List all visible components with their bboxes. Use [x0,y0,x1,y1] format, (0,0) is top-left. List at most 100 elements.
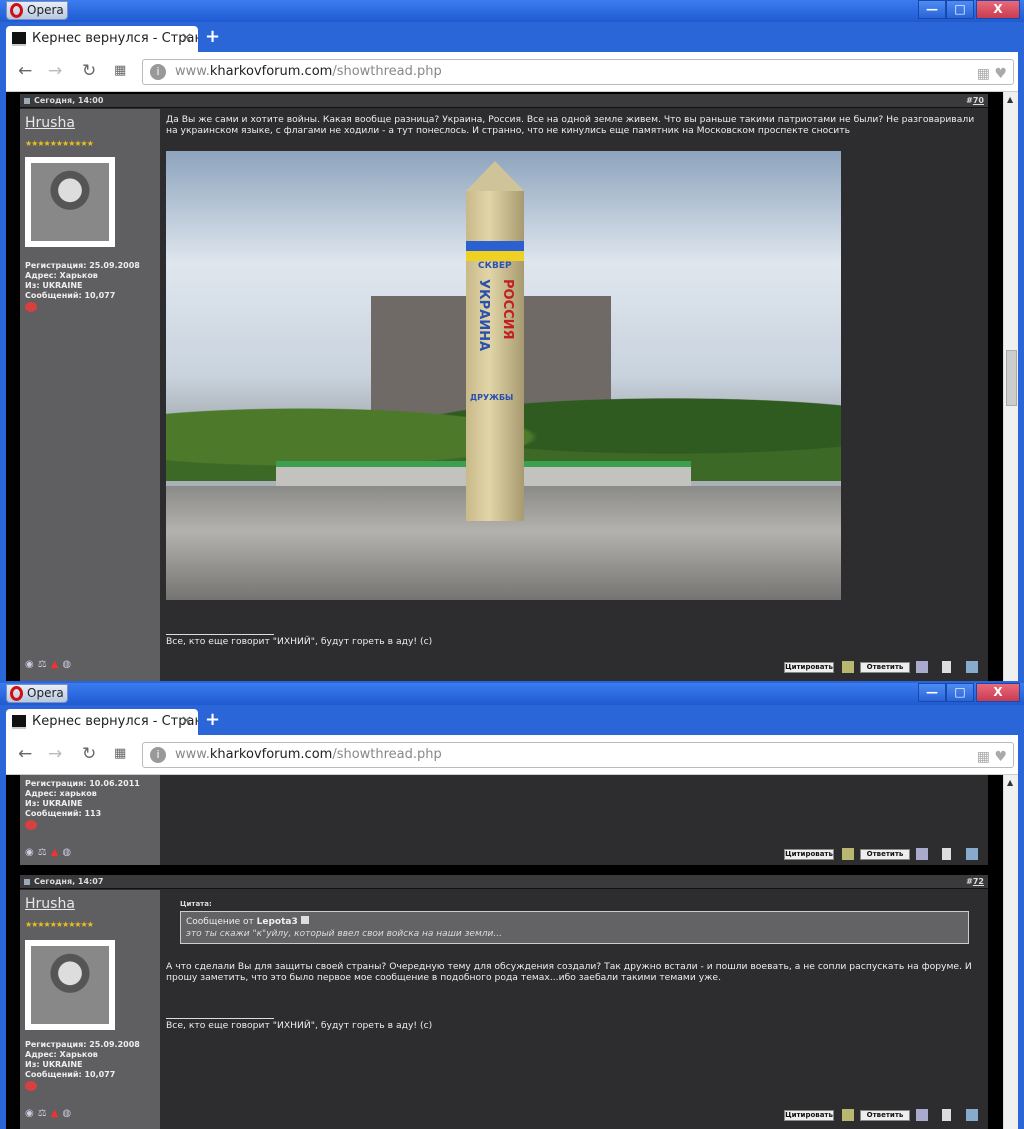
quote-button[interactable]: Цитировать [784,1110,834,1121]
close-tab-icon[interactable]: ✕ [181,26,192,52]
reply-button[interactable]: Ответить [860,1110,910,1121]
post-date: Сегодня, 14:07 [34,877,104,886]
rating-stars: ★★★★★★★★★★★ [25,139,94,148]
pm-icon[interactable] [916,661,928,673]
bookmark-heart-icon[interactable]: ▦ ♥ [977,745,1007,769]
bookmark-heart-icon[interactable]: ▦ ♥ [977,62,1007,86]
rating-stars: ★★★★★★★★★★★ [25,920,94,929]
user-column: Регистрация: 10.06.2011 Адрес: харьков Из:… [20,775,160,865]
reputation-icon[interactable] [25,1081,37,1091]
minimize-button[interactable]: — [918,0,946,19]
tab-title: Кернес вернулся - Страница [32,31,198,46]
opera-menu-button[interactable]: Opera [6,684,68,703]
app-name: Opera [27,686,64,700]
user-action-icons[interactable]: ◉⚖▲◍ [25,1108,75,1119]
url-prefix: www. [175,747,210,762]
maximize-button[interactable]: □ [946,0,974,19]
close-button[interactable]: X [976,683,1020,702]
avatar[interactable] [25,940,115,1030]
reply-button[interactable]: Ответить [860,662,910,673]
user-icon[interactable] [966,661,978,673]
favicon-icon [12,32,26,46]
quote-label: Цитата: [180,900,212,908]
user-action-icons[interactable]: ◉⚖▲◍ [25,659,75,670]
new-tab-icon[interactable]: + [205,26,220,47]
report-icon: ▲ [50,659,63,670]
maximize-button[interactable]: □ [946,683,974,702]
top-icon[interactable] [942,848,951,860]
user-column: Hrusha ★★★★★★★★★★★ Регистрация: 25.09.20… [20,890,160,1129]
minimize-button[interactable]: — [918,683,946,702]
user-info: Регистрация: 25.09.2008 Адрес: Харьков Из:… [25,1040,140,1094]
multiquote-icon[interactable] [842,661,854,673]
title-bar: Opera — □ X [0,0,1024,22]
user-column: Hrusha ★★★★★★★★★★★ Регистрация: 25.09.20… [20,109,160,681]
post-header: Сегодня, 14:00 #70 [20,94,988,108]
quote-button[interactable]: Цитировать [784,662,834,673]
tab-bar: Кернес вернулся - Страница✕ + [0,22,1024,52]
forward-icon[interactable]: → [48,61,62,81]
site-info-icon[interactable]: i [150,747,166,763]
multiquote-icon[interactable] [842,1109,854,1121]
previous-post: Регистрация: 10.06.2011 Адрес: харьков Из:… [20,775,988,865]
opera-logo-icon [10,686,23,701]
speed-dial-icon[interactable]: ▦ [114,63,126,78]
post-number-link[interactable]: #72 [966,875,984,889]
tab-title: Кернес вернулся - Страница [32,714,198,729]
app-name: Opera [27,3,64,17]
navigation-toolbar: ← → ↻ ▦ i www.kharkovforum.com/showthread… [6,735,1018,775]
post-text: А что сделали Вы для защиты своей страны… [166,961,972,983]
back-icon[interactable]: ← [18,61,32,81]
tab-active[interactable]: Кернес вернулся - Страница✕ [6,26,198,52]
username-link[interactable]: Hrusha [25,115,75,131]
scrollbar[interactable]: ▲ [1003,775,1018,1129]
tab-active[interactable]: Кернес вернулся - Страница✕ [6,709,198,735]
back-icon[interactable]: ← [18,744,32,764]
user-info: Регистрация: 25.09.2008 Адрес: Харьков Из:… [25,261,140,315]
post-text: Да Вы же сами и хотите войны. Какая вооб… [166,114,975,136]
post-number-link[interactable]: #70 [966,94,984,108]
close-button[interactable]: X [976,0,1020,19]
scrollbar[interactable]: ▲ [1003,92,1018,681]
reply-button[interactable]: Ответить [860,849,910,860]
address-bar[interactable]: i www.kharkovforum.com/showthread.php ▦ ♥ [142,742,1014,768]
url-domain: kharkovforum.com [209,64,333,79]
signature: Все, кто еще говорит "ИХНИЙ", будут горе… [166,636,433,647]
user-action-icons[interactable]: ◉⚖▲◍ [25,847,75,858]
reputation-icon[interactable] [25,820,37,830]
address-bar[interactable]: i www.kharkovforum.com/showthread.php ▦ ♥ [142,59,1014,85]
signature: Все, кто еще говорит "ИХНИЙ", будут горе… [166,1020,433,1031]
username-link[interactable]: Hrusha [25,896,75,912]
post-image[interactable]: СКВЕР УКРАИНА РОССИЯ ДРУЖБЫ [166,151,841,600]
multiquote-icon[interactable] [842,848,854,860]
opera-menu-button[interactable]: Opera [6,1,68,20]
pm-icon[interactable] [916,1109,928,1121]
reload-icon[interactable]: ↻ [82,744,96,764]
speed-dial-icon[interactable]: ▦ [114,746,126,761]
quote-text: это ты скажи "к"уйлу, который ввел свои … [186,929,502,939]
title-bar: Opera — □ X [0,683,1024,705]
pm-icon[interactable] [916,848,928,860]
tab-bar: Кернес вернулся - Страница✕ + [0,705,1024,735]
navigation-toolbar: ← → ↻ ▦ i www.kharkovforum.com/showthread… [6,52,1018,92]
top-icon[interactable] [942,661,951,673]
url-path: /showthread.php [332,747,442,762]
scrollbar-thumb[interactable] [1006,350,1017,406]
avatar[interactable] [25,157,115,247]
url-domain: kharkovforum.com [209,747,333,762]
view-post-icon[interactable] [300,916,309,924]
reputation-icon[interactable] [25,302,37,312]
new-tab-icon[interactable]: + [205,709,220,730]
post-buttons: Цитировать Ответить [784,661,984,676]
browser-window-2: Opera — □ X Кернес вернулся - Страница✕ … [0,683,1024,1129]
user-icon[interactable] [966,848,978,860]
reload-icon[interactable]: ↻ [82,61,96,81]
top-icon[interactable] [942,1109,951,1121]
close-tab-icon[interactable]: ✕ [181,709,192,735]
site-info-icon[interactable]: i [150,64,166,80]
user-icon[interactable] [966,1109,978,1121]
forward-icon[interactable]: → [48,744,62,764]
quote-button[interactable]: Цитировать [784,849,834,860]
opera-logo-icon [10,3,23,18]
url-prefix: www. [175,64,210,79]
